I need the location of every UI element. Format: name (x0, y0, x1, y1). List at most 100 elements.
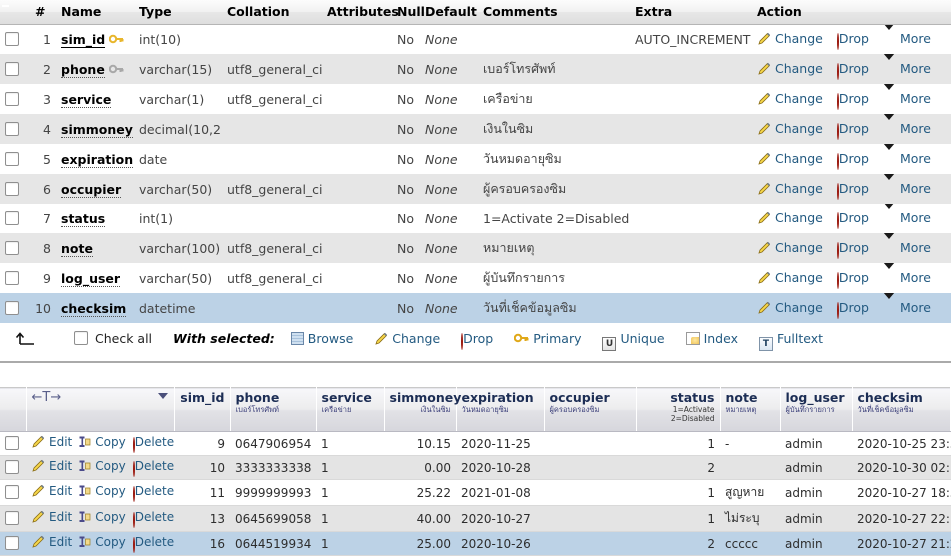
change-action[interactable]: Change (757, 151, 823, 166)
delete-action[interactable]: Delete (132, 510, 174, 528)
row-checkbox-cell[interactable] (0, 233, 30, 263)
structure-row[interactable]: 8 note varchar(100) utf8_general_ci No None หม… (0, 233, 951, 263)
change-action[interactable]: Change (757, 240, 823, 255)
data-header-expiration[interactable]: expiration วันหมดอายุซิม (456, 387, 545, 432)
row-checkbox[interactable] (5, 211, 19, 225)
data-row[interactable]: Edit Copy Delete 9 0647906954 1 10.15 2020-11-… (0, 431, 951, 456)
row-actions[interactable]: Change Drop More (752, 84, 951, 114)
row-checkbox-cell[interactable] (0, 24, 30, 54)
more-action[interactable]: More (882, 174, 931, 196)
row-actions[interactable]: Change Drop More (752, 233, 951, 263)
data-header-occupier[interactable]: occupier ผู้ครอบครองซิม (544, 387, 637, 432)
row-checkbox-cell[interactable] (0, 54, 30, 84)
data-row[interactable]: Edit Copy Delete 11 9999999993 1 25.22 2021-01… (0, 479, 951, 506)
delete-action[interactable]: Delete (132, 459, 174, 477)
index-button[interactable]: Index (685, 331, 738, 346)
data-row-actions[interactable]: Edit Copy Delete (26, 531, 174, 556)
structure-row[interactable]: 9 log_user varchar(50) utf8_general_ci No Non… (0, 263, 951, 293)
data-row-checkbox[interactable] (5, 536, 19, 550)
check-all-checkbox[interactable] (73, 331, 88, 345)
change-action[interactable]: Change (757, 31, 823, 46)
row-actions[interactable]: Change Drop More (752, 24, 951, 54)
drop-button[interactable]: Drop (461, 331, 493, 350)
drop-action[interactable]: Drop (836, 91, 869, 110)
row-checkbox[interactable] (5, 151, 19, 166)
data-header-sim_id[interactable]: sim_id (174, 387, 231, 432)
data-row-actions[interactable]: Edit Copy Delete (26, 431, 174, 456)
edit-action[interactable]: Edit (31, 535, 72, 549)
data-row[interactable]: Edit Copy Delete 10 3333333338 1 0.00 2020-10-… (0, 455, 951, 480)
browse-button[interactable]: Browse (290, 331, 353, 346)
row-checkbox-cell[interactable] (0, 84, 30, 114)
row-checkbox[interactable] (5, 270, 19, 285)
copy-action[interactable]: Copy (79, 459, 126, 475)
change-action[interactable]: Change (757, 210, 823, 225)
data-row-checkbox[interactable] (5, 460, 19, 474)
change-action[interactable]: Change (757, 61, 823, 76)
copy-action[interactable]: Copy (79, 435, 126, 451)
row-checkbox-cell[interactable] (0, 204, 30, 233)
data-row-checkbox[interactable] (5, 436, 19, 450)
data-header-simmoney[interactable]: simmoney เงินในซิม (384, 387, 461, 432)
row-checkbox-cell[interactable] (0, 114, 30, 144)
edit-action[interactable]: Edit (31, 435, 72, 449)
data-header-note[interactable]: note หมายเหตุ (720, 387, 781, 432)
copy-action[interactable]: Copy (79, 535, 126, 551)
data-row[interactable]: Edit Copy Delete 13 0645699058 1 40.00 2020-10… (0, 505, 951, 532)
row-checkbox-cell[interactable] (0, 174, 30, 204)
more-action[interactable]: More (882, 204, 931, 225)
structure-row[interactable]: 7 status int(1) No None 1=Activate 2=Disabled… (0, 204, 951, 233)
delete-action[interactable]: Delete (132, 484, 174, 502)
column-options-caret-icon[interactable] (157, 393, 168, 399)
drop-action[interactable]: Drop (836, 210, 869, 229)
data-row-checkbox-cell[interactable] (0, 455, 26, 480)
row-checkbox-cell[interactable] (0, 144, 30, 174)
drop-action[interactable]: Drop (836, 270, 869, 289)
drop-action[interactable]: Drop (836, 300, 869, 319)
more-action[interactable]: More (882, 144, 931, 166)
row-actions[interactable]: Change Drop More (752, 263, 951, 293)
change-action[interactable]: Change (757, 181, 823, 196)
data-row-checkbox-cell[interactable] (0, 531, 26, 556)
structure-row[interactable]: 10 checksim datetime No None วันที่เช็คข้อมูล… (0, 293, 951, 323)
row-checkbox-cell[interactable] (0, 293, 30, 323)
sort-order-icon[interactable]: ←T→ (32, 391, 169, 405)
data-header-status[interactable]: status 1=Activate 2=Disabled (636, 387, 721, 432)
row-checkbox[interactable] (5, 121, 19, 136)
drop-action[interactable]: Drop (836, 240, 869, 259)
structure-row[interactable]: 6 occupier varchar(50) utf8_general_ci No Non… (0, 174, 951, 204)
check-all-control[interactable]: Check all (73, 331, 152, 346)
more-action[interactable]: More (882, 293, 931, 315)
row-checkbox[interactable] (5, 91, 19, 106)
structure-row[interactable]: 5 expiration date No None วันหมดอายุซิม Change… (0, 144, 951, 174)
data-header-log_user[interactable]: log_user ผู้บันทึกรายการ (780, 387, 853, 432)
copy-action[interactable]: Copy (79, 510, 126, 526)
edit-action[interactable]: Edit (31, 484, 72, 498)
data-row-checkbox[interactable] (5, 511, 19, 525)
drop-action[interactable]: Drop (836, 121, 869, 140)
more-action[interactable]: More (882, 24, 931, 46)
more-action[interactable]: More (882, 114, 931, 136)
row-actions[interactable]: Change Drop More (752, 114, 951, 144)
row-checkbox[interactable] (5, 300, 19, 315)
more-action[interactable]: More (882, 84, 931, 106)
row-actions[interactable]: Change Drop More (752, 54, 951, 84)
fulltext-button[interactable]: T Fulltext (758, 331, 823, 351)
change-action[interactable]: Change (757, 121, 823, 136)
data-row-actions[interactable]: Edit Copy Delete (26, 455, 174, 480)
data-header-service[interactable]: service เครือข่าย (316, 387, 385, 432)
structure-row[interactable]: 4 simmoney decimal(10,2) No None เงินในซิม Cha… (0, 114, 951, 144)
row-checkbox[interactable] (5, 32, 19, 46)
more-action[interactable]: More (882, 263, 931, 285)
row-actions[interactable]: Change Drop More (752, 144, 951, 174)
copy-action[interactable]: Copy (79, 484, 126, 500)
data-row-actions[interactable]: Edit Copy Delete (26, 505, 174, 532)
edit-action[interactable]: Edit (31, 459, 72, 473)
more-action[interactable]: More (882, 54, 931, 76)
drop-action[interactable]: Drop (836, 181, 869, 200)
row-checkbox[interactable] (5, 181, 19, 196)
data-header-checksim[interactable]: checksim วันที่เช็คข้อมูลซิม (852, 387, 951, 432)
row-checkbox-cell[interactable] (0, 263, 30, 293)
primary-button[interactable]: Primary (513, 331, 582, 346)
change-action[interactable]: Change (757, 270, 823, 285)
